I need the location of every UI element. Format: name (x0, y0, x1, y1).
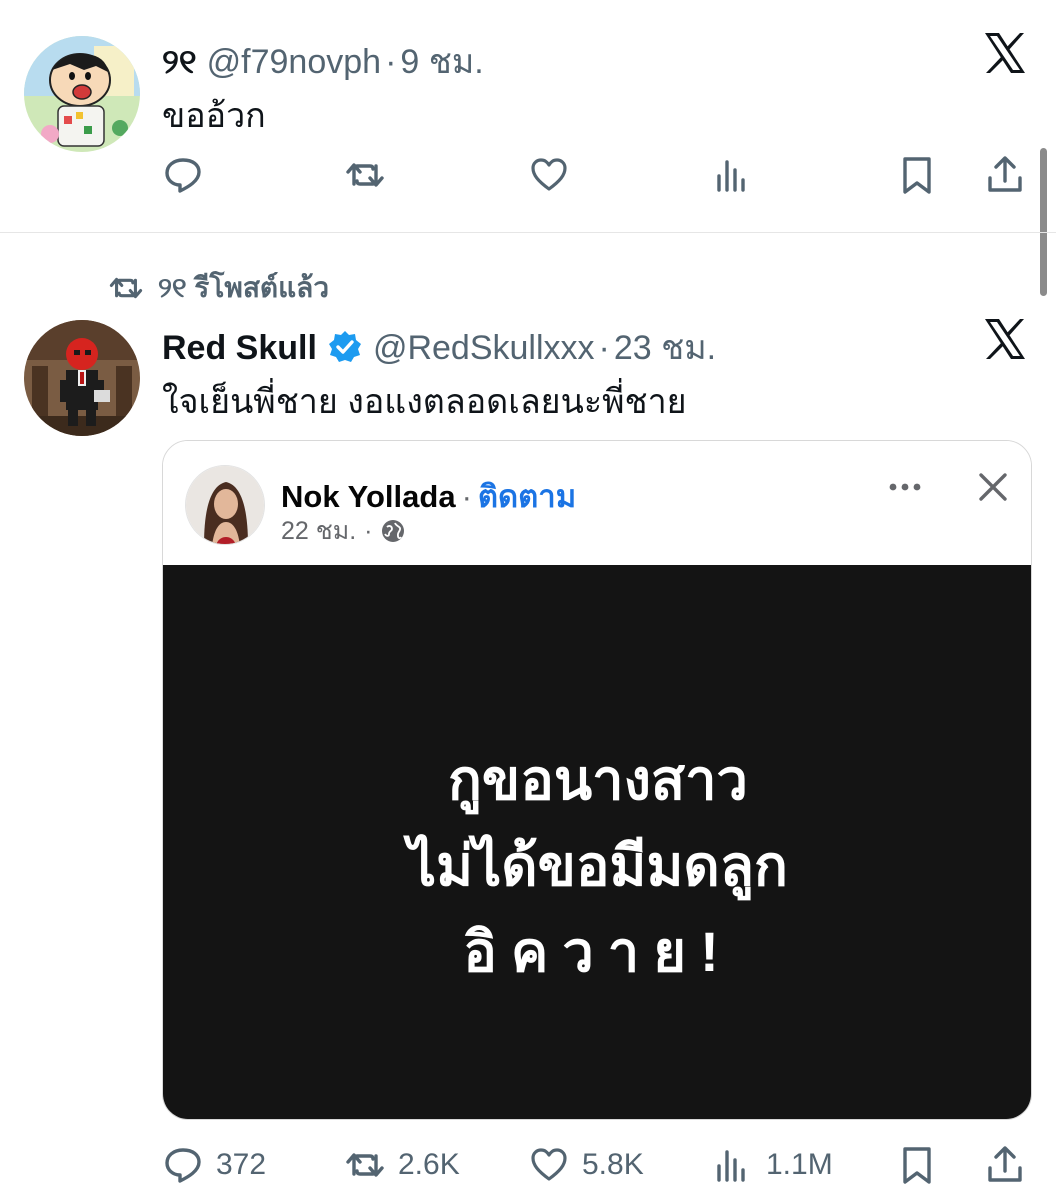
views-icon (717, 1150, 745, 1182)
verified-badge-icon[interactable] (327, 329, 363, 365)
separator-dot: · (364, 516, 373, 545)
tweet-header: Red Skull @RedSkullxxx · 23 ชม. (162, 320, 716, 374)
more-options-icon (889, 483, 921, 491)
heart-icon (531, 1148, 567, 1181)
tweet-text: ขออ้วก (162, 97, 266, 135)
avatar-cartoon-image (24, 36, 140, 152)
share-icon (988, 1146, 1022, 1182)
avatar[interactable] (24, 320, 140, 436)
follow-link: ติดตาม (477, 479, 577, 514)
globe-icon (382, 520, 405, 542)
repost-indicator[interactable]: ୨୧ รีโพสต์แล้ว (108, 266, 329, 310)
display-name[interactable]: Red Skull (162, 329, 317, 368)
share-button[interactable] (984, 150, 1026, 200)
share-button[interactable] (984, 1140, 1026, 1190)
image-line: กูขอนางสาว (448, 748, 748, 811)
views-button[interactable] (712, 150, 754, 200)
repost-button[interactable] (344, 150, 386, 200)
scrollbar[interactable] (1040, 148, 1047, 296)
separator-dot: · (461, 479, 472, 514)
post-meta: 22 ชม. · (281, 511, 406, 551)
image-line: ไม่ได้ขอมีมดลูก (408, 834, 788, 897)
handle[interactable]: @RedSkullxxx (373, 329, 595, 368)
repost-button[interactable]: 2.6K (344, 1140, 460, 1190)
image-caption: กูขอนางสาว ไม่ได้ขอมีมดลูก อิควาย! (163, 737, 1031, 995)
separator-dot: · (385, 43, 397, 81)
display-name[interactable]: ୨୧ (162, 43, 197, 82)
handle[interactable]: @f79novph (207, 43, 381, 82)
divider (0, 232, 1056, 233)
bookmark-icon (903, 1147, 931, 1184)
tweet-header: ୨୧ @f79novph · 9 ชม. (162, 34, 484, 88)
image-line: อิควาย! (463, 920, 733, 983)
author-avatar (185, 465, 265, 545)
like-button[interactable] (528, 150, 570, 200)
tweet-actions (162, 150, 1032, 200)
view-count: 1.1M (766, 1148, 833, 1181)
repost-icon (346, 163, 384, 187)
close-icon (979, 473, 1007, 501)
views-button[interactable]: 1.1M (712, 1140, 833, 1190)
repost-count: 2.6K (398, 1148, 460, 1181)
timeline: ୨୧ @f79novph · 9 ชม. ขออ้วก ୨୧ รีโพสต์แล… (0, 0, 1056, 1200)
reply-icon (165, 158, 201, 193)
repost-icon (346, 1153, 384, 1177)
share-icon (988, 156, 1022, 192)
embedded-image[interactable]: Nok Yollada · ติดตาม 22 ชม. · กูขอนางสาว… (162, 440, 1032, 1120)
reply-button[interactable] (162, 150, 204, 200)
avatar[interactable] (24, 36, 140, 152)
x-logo-icon[interactable] (982, 316, 1028, 362)
bookmark-button[interactable] (896, 1140, 938, 1190)
like-button[interactable]: 5.8K (528, 1140, 644, 1190)
post-image: กูขอนางสาว ไม่ได้ขอมีมดลูก อิควาย! (163, 565, 1031, 1119)
bookmark-button[interactable] (896, 150, 938, 200)
x-logo-icon[interactable] (982, 30, 1028, 76)
reply-count: 372 (216, 1148, 267, 1181)
author-name: Nok Yollada (281, 479, 456, 514)
repost-label: ୨୧ รีโพสต์แล้ว (158, 272, 330, 303)
timestamp[interactable]: 23 ชม. (614, 320, 716, 374)
reply-icon (165, 1148, 201, 1183)
avatar-red-skull-image (24, 320, 140, 436)
repost-icon (109, 277, 143, 299)
bookmark-icon (903, 157, 931, 194)
separator-dot: · (598, 329, 610, 367)
facebook-post-header: Nok Yollada · ติดตาม 22 ชม. · (163, 441, 1031, 565)
tweet-actions: 372 2.6K 5.8K 1.1M (162, 1140, 1032, 1190)
reply-button[interactable]: 372 (162, 1140, 266, 1190)
heart-icon (531, 158, 567, 191)
timestamp[interactable]: 9 ชม. (400, 34, 483, 88)
post-time: 22 ชม. (281, 517, 357, 545)
views-icon (717, 160, 745, 192)
like-count: 5.8K (582, 1148, 644, 1181)
tweet-text: ใจเย็นพี่ชาย งอแงตลอดเลยนะพี่ชาย (162, 383, 687, 421)
